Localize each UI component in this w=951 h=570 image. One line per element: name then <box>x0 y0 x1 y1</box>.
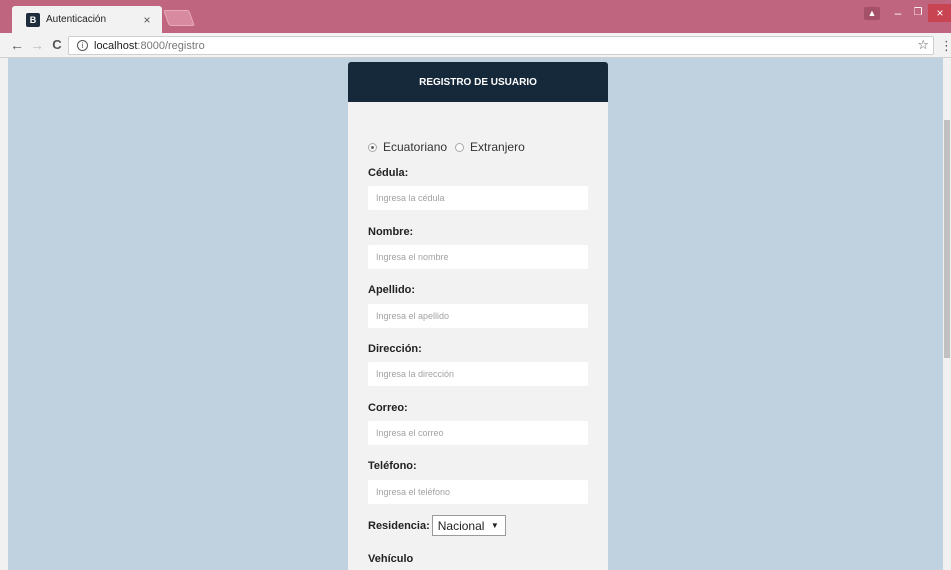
radio-extranjero[interactable] <box>455 142 465 152</box>
new-tab-button[interactable] <box>163 10 195 26</box>
direccion-label: Dirección: <box>368 343 422 355</box>
info-icon[interactable]: i <box>77 40 88 51</box>
radio-ecuatoriano[interactable] <box>368 142 377 152</box>
reload-icon[interactable]: C <box>48 36 66 54</box>
card-header: REGISTRO DE USUARIO <box>348 62 608 102</box>
close-window-button[interactable]: × <box>928 4 951 22</box>
tab-favicon-icon: B <box>26 12 40 27</box>
nombre-input[interactable] <box>368 245 588 269</box>
address-bar[interactable]: i localhost :8000/registro ☆ <box>68 36 934 55</box>
browser-titlebar: B Autenticación × ▲ – ❐ × <box>0 0 951 33</box>
profile-icon[interactable]: ▲ <box>864 7 880 20</box>
correo-input[interactable] <box>368 421 588 445</box>
page-scrollbar[interactable] <box>943 58 951 570</box>
nombre-label: Nombre: <box>368 226 414 238</box>
apellido-label: Apellido: <box>368 284 416 296</box>
cedula-input[interactable] <box>368 186 588 210</box>
page-left-edge <box>0 58 8 570</box>
tab-close-icon[interactable]: × <box>138 13 156 27</box>
restore-button[interactable]: ❐ <box>906 4 930 22</box>
back-arrow-icon[interactable]: ← <box>8 36 26 54</box>
browser-menu-icon[interactable]: ⋮ <box>940 38 951 54</box>
url-host: localhost <box>94 39 138 52</box>
apellido-input[interactable] <box>368 304 588 328</box>
residence-label: Residencia: <box>368 519 430 532</box>
residence-select-value: Nacional <box>437 518 485 533</box>
residence-select[interactable]: Nacional ▼ <box>431 515 506 536</box>
vehicle-label: Vehículo <box>368 553 414 565</box>
url-path: :8000/registro <box>137 39 205 52</box>
residence-row: Residencia: Nacional ▼ <box>368 515 506 536</box>
forward-arrow-icon[interactable]: → <box>28 36 46 54</box>
telefono-label: Teléfono: <box>368 460 417 472</box>
registration-card: REGISTRO DE USUARIO Ecuatoriano Extranje… <box>348 62 608 570</box>
browser-tab[interactable]: B Autenticación × <box>12 6 162 33</box>
browser-toolbar: ← → C i localhost :8000/registro ☆ ⋮ <box>0 33 951 58</box>
bookmark-star-icon[interactable]: ☆ <box>917 37 929 53</box>
radio-extranjero-label[interactable]: Extranjero <box>470 140 525 154</box>
cedula-label: Cédula: <box>368 167 409 179</box>
radio-ecuatoriano-label[interactable]: Ecuatoriano <box>383 140 447 154</box>
nationality-radio-group: Ecuatoriano Extranjero <box>368 140 533 154</box>
scrollbar-thumb[interactable] <box>944 120 950 358</box>
correo-label: Correo: <box>368 402 408 414</box>
telefono-input[interactable] <box>368 480 588 504</box>
direccion-input[interactable] <box>368 362 588 386</box>
tab-title: Autenticación <box>46 14 107 25</box>
chevron-down-icon: ▼ <box>490 521 499 530</box>
